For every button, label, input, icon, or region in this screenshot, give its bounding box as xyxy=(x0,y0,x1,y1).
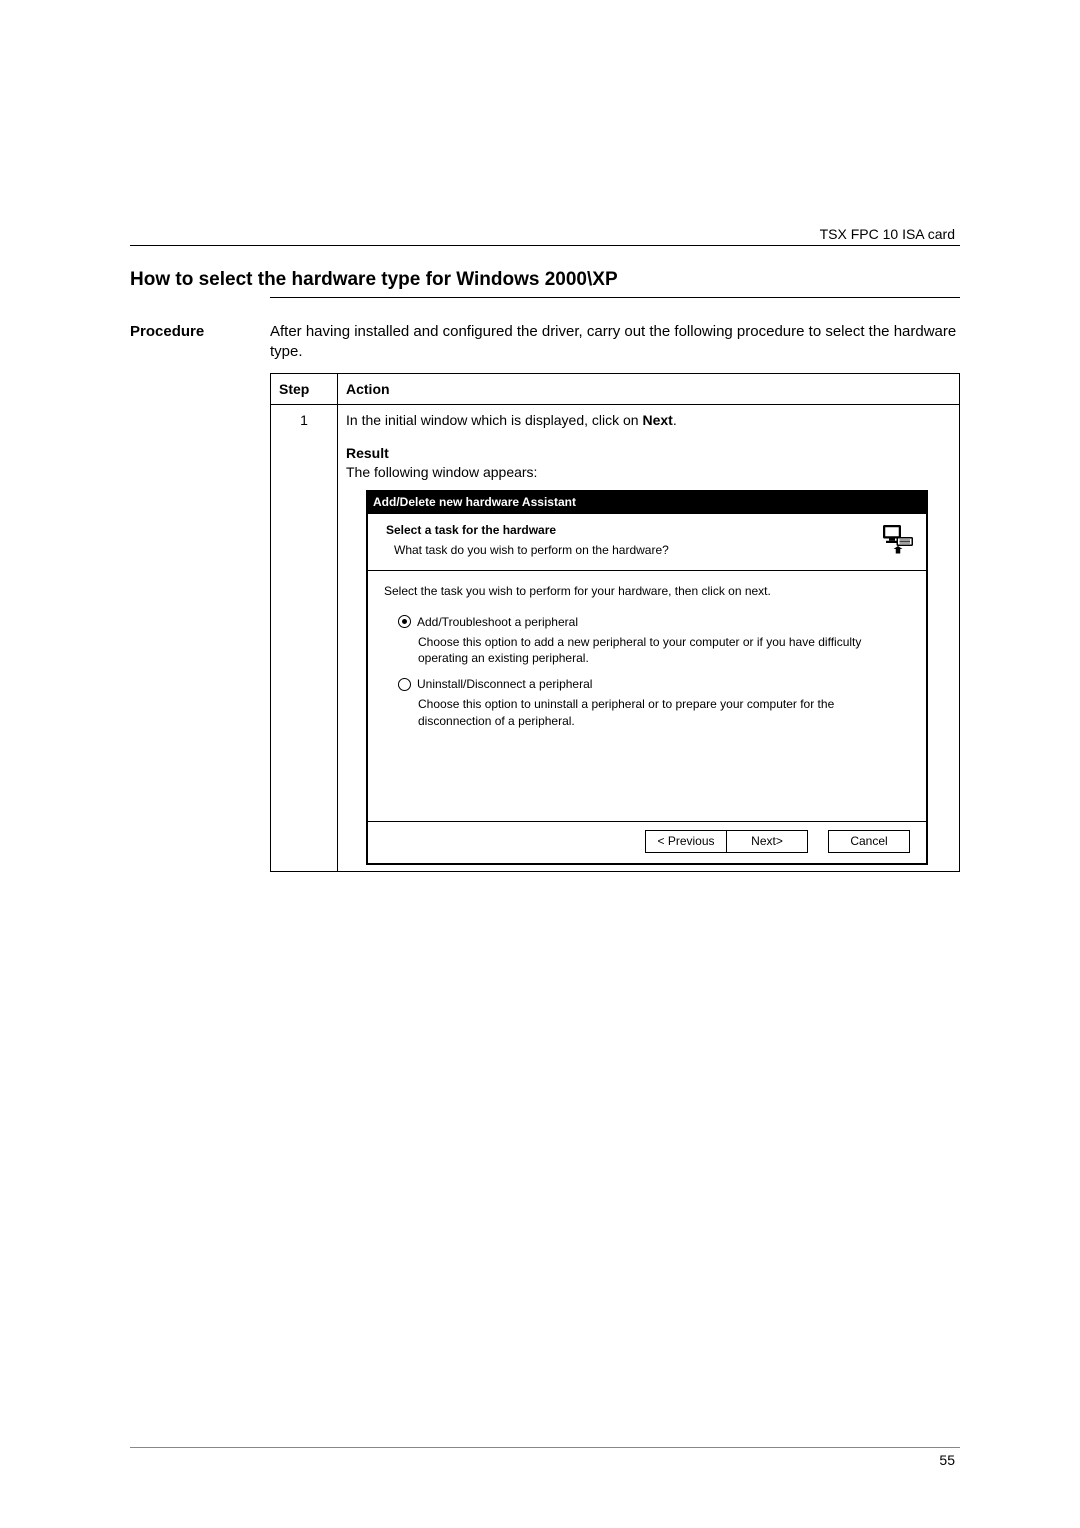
wizard-titlebar: Add/Delete new hardware Assistant xyxy=(367,491,927,513)
header-divider xyxy=(130,245,960,246)
wizard-inner: Select a task for the hardware What task… xyxy=(367,513,927,863)
table-header-row: Step Action xyxy=(271,373,960,405)
hardware-icon xyxy=(880,522,916,562)
document-page: TSX FPC 10 ISA card How to select the ha… xyxy=(0,0,1080,1528)
action-instruction: In the initial window which is displayed… xyxy=(346,411,951,430)
result-label: Result xyxy=(346,444,951,463)
action-text-bold: Next xyxy=(642,412,672,428)
procedure-intro: After having installed and configured th… xyxy=(270,322,960,363)
radio-desc: Choose this option to add a new peripher… xyxy=(418,634,910,666)
procedure-side-label: Procedure xyxy=(130,322,270,342)
procedure-table: Step Action 1 In the initial window whic… xyxy=(270,373,960,872)
radio-option-add[interactable]: Add/Troubleshoot a peripheral xyxy=(398,614,910,630)
section-title: How to select the hardware type for Wind… xyxy=(130,267,960,293)
step-number: 1 xyxy=(271,405,338,871)
table-row: 1 In the initial window which is display… xyxy=(271,405,960,871)
radio-option-uninstall[interactable]: Uninstall/Disconnect a peripheral xyxy=(398,676,910,692)
radio-icon[interactable] xyxy=(398,615,411,628)
col-header-step: Step xyxy=(271,373,338,405)
radio-label: Uninstall/Disconnect a peripheral xyxy=(417,676,592,692)
col-header-action: Action xyxy=(338,373,960,405)
wizard-header: Select a task for the hardware What task… xyxy=(368,514,926,571)
radio-label: Add/Troubleshoot a peripheral xyxy=(417,614,578,630)
radio-icon[interactable] xyxy=(398,678,411,691)
footer-divider xyxy=(130,1447,960,1448)
action-cell: In the initial window which is displayed… xyxy=(338,405,960,871)
doc-header-label: TSX FPC 10 ISA card xyxy=(820,225,955,244)
wizard-body: Select the task you wish to perform for … xyxy=(368,571,926,822)
cancel-button[interactable]: Cancel xyxy=(828,830,910,852)
action-text-pre: In the initial window which is displayed… xyxy=(346,412,642,428)
wizard-header-subtitle: What task do you wish to perform on the … xyxy=(394,542,669,558)
result-desc: The following window appears: xyxy=(346,463,951,482)
wizard-window: Add/Delete new hardware Assistant Select… xyxy=(366,490,928,865)
wizard-instruction: Select the task you wish to perform for … xyxy=(384,583,910,599)
radio-desc: Choose this option to uninstall a periph… xyxy=(418,696,910,728)
content-area: Procedure After having installed and con… xyxy=(130,322,960,872)
next-button[interactable]: Next> xyxy=(726,830,808,852)
previous-button[interactable]: < Previous xyxy=(645,830,726,852)
wizard-header-title: Select a task for the hardware xyxy=(386,522,669,538)
page-number: 55 xyxy=(939,1451,955,1470)
wizard-button-row: < Previous Next> Cancel xyxy=(368,822,926,862)
section-underline xyxy=(270,297,960,298)
action-text-post: . xyxy=(673,412,677,428)
